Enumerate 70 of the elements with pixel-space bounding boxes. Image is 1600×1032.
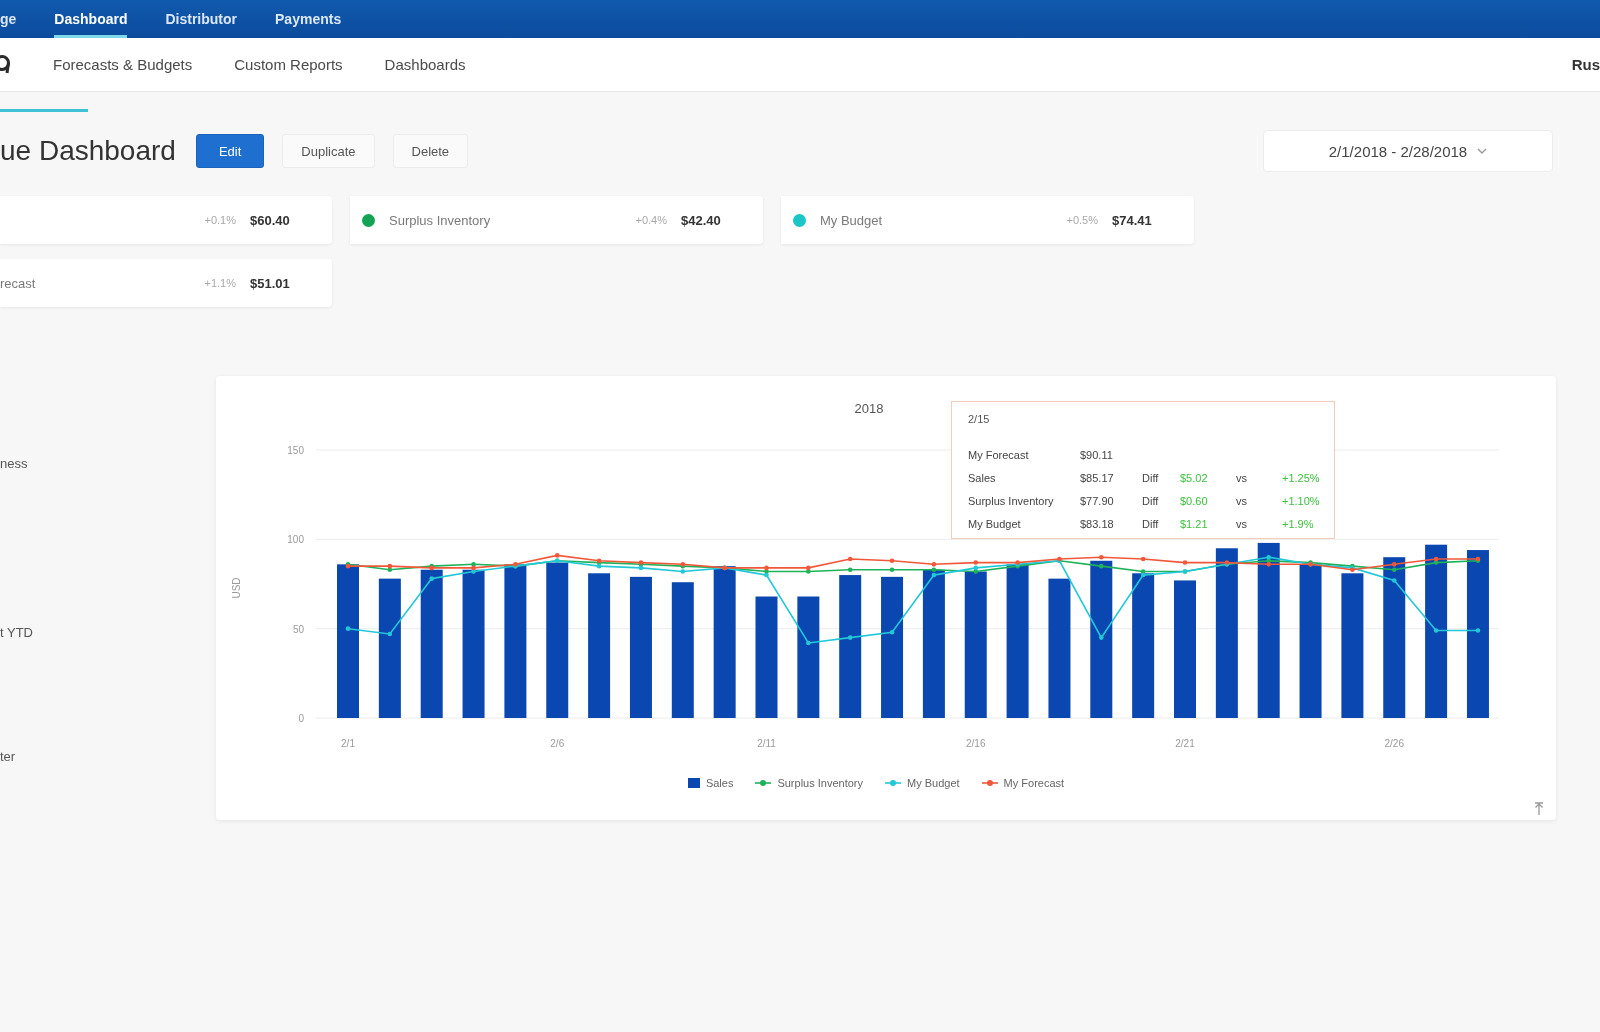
tooltip-label: vs — [1236, 517, 1247, 530]
nav-tab[interactable]: Distributor — [165, 0, 238, 38]
tooltip-label: Diff — [1142, 494, 1159, 507]
axis-tick-label: 100 — [287, 534, 304, 546]
legend-label[interactable]: My Forecast — [1003, 777, 1065, 789]
sidebar-item[interactable]: ter — [0, 749, 16, 765]
axis-tick-label: 0 — [298, 713, 304, 724]
tooltip-label: My Forecast — [968, 448, 1029, 461]
axis-tick-label: 2/6 — [550, 738, 565, 749]
axis-tick-label: 2/21 — [1175, 738, 1195, 749]
metric-value: $74.41 — [1112, 212, 1153, 228]
sidebar-item[interactable]: ness — [0, 456, 28, 472]
tooltip-value: $0.60 — [1180, 494, 1208, 507]
tooltip-value: $83.18 — [1080, 517, 1114, 530]
axis-tick-label: 2/16 — [966, 738, 986, 749]
legend-line-icon[interactable] — [755, 779, 772, 787]
sidebar-item[interactable]: t YTD — [0, 625, 33, 641]
tooltip-value: $85.17 — [1080, 471, 1114, 484]
axis-tick-label: 2/26 — [1384, 738, 1404, 749]
tooltip-label: Sales — [968, 471, 996, 484]
tooltip-label: vs — [1236, 471, 1247, 484]
chevron-down-icon — [1477, 148, 1488, 154]
tooltip-value: +1.10% — [1282, 494, 1320, 507]
tooltip-value: +1.9% — [1282, 517, 1314, 530]
logo-icon[interactable] — [0, 54, 11, 75]
chart-title: 2018 — [853, 401, 885, 417]
axis-title: USD — [231, 577, 242, 599]
date-range-picker[interactable]: 2/1/2018 - 2/28/2018 — [1263, 130, 1553, 172]
tooltip-label: Diff — [1142, 471, 1159, 484]
metric-change: +0.5% — [1066, 214, 1098, 226]
page-title: ue Dashboard — [0, 135, 176, 167]
arrow-up-icon[interactable] — [1534, 802, 1544, 816]
legend-label[interactable]: My Budget — [907, 777, 960, 789]
tooltip-value: +1.25% — [1282, 471, 1320, 484]
legend-line-icon[interactable] — [885, 779, 901, 787]
axis-tick-label: 2/11 — [757, 738, 776, 749]
metric-change: +0.1% — [204, 214, 236, 226]
metric-label: Surplus Inventory — [389, 212, 492, 228]
action-button[interactable]: Duplicate — [282, 134, 375, 168]
tooltip-label: vs — [1236, 494, 1247, 507]
tooltip-title: 2/15 — [968, 412, 991, 427]
metric-value: $60.40 — [250, 212, 291, 228]
metric-label: recast — [0, 275, 37, 291]
metric-change: +1.1% — [204, 277, 236, 289]
action-button[interactable]: Delete — [392, 134, 469, 168]
legend-swatch-icon[interactable] — [687, 778, 700, 788]
user-name[interactable]: Rus — [1571, 56, 1600, 73]
action-button[interactable]: Edit — [195, 134, 265, 168]
metric-change: +0.4% — [635, 214, 667, 226]
nav-link[interactable]: Dashboards — [384, 56, 466, 73]
tooltip-label: Diff — [1142, 517, 1159, 530]
nav-link[interactable]: Custom Reports — [234, 56, 343, 73]
axis-tick-label: 150 — [287, 445, 304, 456]
nav-tab[interactable]: Payments — [275, 0, 342, 38]
tooltip-value: $90.11 — [1080, 448, 1113, 461]
axis-tick-label: 50 — [292, 623, 304, 635]
tooltip-value: $77.90 — [1080, 494, 1114, 507]
axis-tick-label: 2/1 — [341, 738, 355, 749]
legend-label[interactable]: Sales — [705, 777, 734, 789]
nav-link[interactable]: Forecasts & Budgets — [53, 56, 193, 73]
tooltip-value: $5.02 — [1180, 471, 1208, 484]
legend-line-icon[interactable] — [981, 779, 998, 787]
tooltip-value: $1.21 — [1180, 517, 1208, 530]
metric-label: My Budget — [820, 212, 884, 228]
tooltip-label: My Budget — [968, 517, 1021, 530]
nav-tab[interactable]: ge — [0, 0, 17, 38]
metric-value: $42.40 — [681, 212, 722, 228]
legend-label[interactable]: Surplus Inventory — [777, 777, 863, 789]
metric-value: $51.01 — [250, 275, 291, 291]
tooltip-label: Surplus Inventory — [968, 494, 1054, 507]
